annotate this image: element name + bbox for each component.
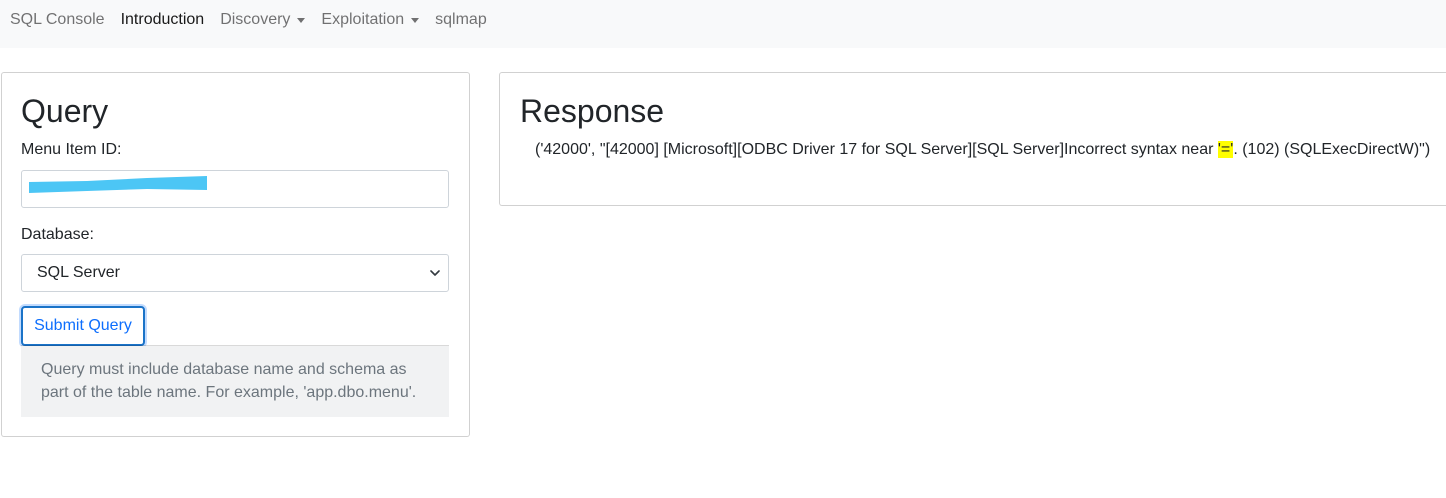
caret-down-icon (411, 17, 420, 23)
navbar: SQL Console Introduction Discovery Explo… (0, 0, 1446, 48)
nav-introduction[interactable]: Introduction (121, 10, 205, 30)
submit-query-button[interactable]: Submit Query (21, 306, 145, 346)
query-card: Query Menu Item ID: Database: SQL Server… (1, 72, 470, 437)
database-label: Database: (21, 226, 94, 243)
nav-sqlmap[interactable]: sqlmap (435, 10, 487, 30)
nav-introduction-label: Introduction (120, 11, 205, 28)
database-select-value: SQL Server (37, 264, 120, 281)
nav-sql-console-label: SQL Console (10, 11, 105, 28)
nav-exploitation-dropdown[interactable]: Exploitation (321, 10, 420, 30)
redaction-scribble (29, 176, 207, 193)
nav-discovery-label: Discovery (220, 11, 291, 28)
caret-down-icon (297, 17, 306, 23)
menu-item-id-label: Menu Item ID: (21, 141, 122, 158)
response-title: Response (520, 93, 665, 129)
query-help-note: Query must include database name and sch… (21, 346, 449, 417)
nav-sqlmap-label: sqlmap (435, 11, 487, 28)
database-select[interactable]: SQL Server (21, 254, 449, 292)
chevron-down-icon (430, 270, 440, 276)
query-title: Query (21, 93, 109, 129)
response-text-after: . (102) (SQLExecDirectW)") (1233, 141, 1431, 158)
response-highlight: '=' (1217, 141, 1234, 158)
nav-discovery-dropdown[interactable]: Discovery (220, 10, 306, 30)
nav-exploitation-label: Exploitation (321, 11, 405, 28)
nav-sql-console[interactable]: SQL Console (10, 10, 105, 30)
response-card: Response ('42000', "[42000] [Microsoft][… (499, 72, 1446, 206)
response-output: ('42000', "[42000] [Microsoft][ODBC Driv… (535, 141, 1430, 159)
response-text-before: ('42000', "[42000] [Microsoft][ODBC Driv… (535, 141, 1218, 158)
